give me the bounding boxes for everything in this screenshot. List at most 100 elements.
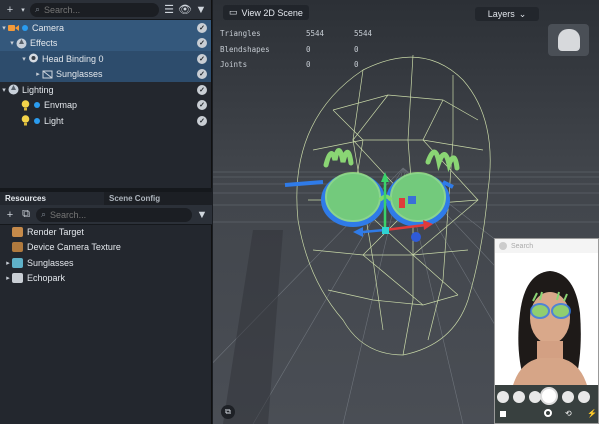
stat-value: 0 bbox=[354, 44, 359, 54]
lens-option[interactable] bbox=[497, 391, 509, 403]
view-2d-scene-label: View 2D Scene bbox=[241, 7, 303, 18]
hierarchy-search-input[interactable] bbox=[44, 4, 154, 15]
view-2d-scene-button[interactable]: ▭ View 2D Scene bbox=[223, 5, 309, 20]
chevron-right-icon[interactable]: ▸ bbox=[4, 259, 12, 267]
import-icon[interactable]: ⧉ bbox=[20, 208, 32, 221]
left-panel: + ▾ ⌕ ☰ 👁 ▼ ▾ Camera ✓ ▾ Effects bbox=[0, 0, 212, 424]
render-target-icon bbox=[12, 226, 23, 237]
camera-icon bbox=[8, 22, 19, 33]
capture-button[interactable] bbox=[540, 387, 558, 405]
layer-dot bbox=[34, 117, 40, 124]
ghost-icon bbox=[557, 29, 580, 51]
tree-item-label: Light bbox=[44, 115, 64, 126]
lens-option[interactable] bbox=[562, 391, 574, 403]
stats-row: Triangles 5544 5544 bbox=[220, 26, 372, 42]
memories-icon[interactable] bbox=[500, 411, 506, 417]
texture-icon bbox=[12, 242, 23, 253]
layer-dot bbox=[34, 102, 40, 109]
resource-label: Render Target bbox=[27, 226, 84, 237]
flash-icon[interactable]: ⚡ bbox=[587, 409, 597, 418]
stat-name: Joints bbox=[220, 60, 248, 69]
tree-item-label: Head Binding 0 bbox=[42, 53, 104, 64]
scene-stats: Triangles 5544 5544 Blendshapes 0 0 Join… bbox=[220, 26, 372, 73]
resources-list: Render Target Device Camera Texture ▸ Su… bbox=[0, 224, 212, 286]
visibility-check[interactable]: ✓ bbox=[197, 100, 207, 111]
chevron-right-icon[interactable]: ▸ bbox=[4, 274, 12, 282]
resource-item-device-camera-texture[interactable]: Device Camera Texture bbox=[0, 240, 212, 256]
add-icon[interactable]: + bbox=[4, 4, 16, 16]
preview-camera-feed bbox=[495, 253, 598, 399]
chevron-right-icon[interactable]: ▸ bbox=[34, 70, 42, 78]
resource-item-echopark[interactable]: ▸ Echopark bbox=[0, 271, 212, 287]
visibility-check[interactable]: ✓ bbox=[197, 69, 207, 80]
tree-item-envmap[interactable]: Envmap ✓ bbox=[0, 98, 211, 114]
resource-label: Sunglasses bbox=[27, 257, 74, 268]
hierarchy-toolbar: + ▾ ⌕ ☰ 👁 ▼ bbox=[0, 0, 211, 20]
visibility-check[interactable]: ✓ bbox=[197, 22, 207, 33]
tree-item-light[interactable]: Light ✓ bbox=[0, 113, 211, 129]
mesh-folder-icon bbox=[12, 257, 23, 268]
resources-search[interactable]: ⌕ bbox=[36, 207, 192, 222]
preview-top-bar: Search bbox=[495, 239, 598, 253]
lightbulb-icon bbox=[20, 99, 31, 111]
tab-resources[interactable]: Resources bbox=[0, 192, 104, 205]
search-icon: ⌕ bbox=[35, 4, 41, 14]
stat-name: Triangles bbox=[220, 29, 261, 38]
layer-dot bbox=[22, 24, 28, 31]
scene-hierarchy: ▾ Camera ✓ ▾ Effects ✓ ▾ Head Binding 0 … bbox=[0, 20, 211, 129]
tree-item-camera[interactable]: ▾ Camera ✓ bbox=[0, 20, 211, 36]
filter-icon[interactable]: ▼ bbox=[196, 209, 208, 221]
layers-label: Layers bbox=[487, 9, 515, 19]
list-filter-icon[interactable]: ☰ bbox=[163, 4, 175, 16]
stat-name: Blendshapes bbox=[220, 44, 270, 54]
tab-scene-config[interactable]: Scene Config bbox=[104, 192, 165, 205]
resources-search-input[interactable] bbox=[50, 209, 187, 220]
chevron-down-icon[interactable]: ▾ bbox=[8, 39, 16, 47]
add-chevron-icon[interactable]: ▾ bbox=[20, 4, 26, 16]
tree-item-head-binding[interactable]: ▾ Head Binding 0 ✓ bbox=[0, 51, 211, 67]
layers-dropdown[interactable]: Layers ⌄ bbox=[475, 7, 539, 21]
stat-value: 5544 bbox=[354, 29, 373, 38]
lightbulb-icon bbox=[20, 115, 31, 126]
visibility-check[interactable]: ✓ bbox=[197, 115, 207, 126]
preview-avatar-icon bbox=[499, 242, 507, 250]
filter-icon[interactable]: ▼ bbox=[195, 4, 207, 16]
visibility-check[interactable]: ✓ bbox=[197, 38, 207, 49]
stat-value: 0 bbox=[306, 44, 311, 54]
app-window: + ▾ ⌕ ☰ 👁 ▼ ▾ Camera ✓ ▾ Effects bbox=[0, 0, 599, 424]
lens-option[interactable] bbox=[578, 391, 590, 403]
lighting-group-icon bbox=[8, 84, 19, 95]
resources-tabs: Resources Scene Config bbox=[0, 192, 212, 205]
stat-value: 0 bbox=[354, 60, 359, 69]
stat-value: 5544 bbox=[306, 29, 325, 38]
eye-icon[interactable]: 👁 bbox=[178, 4, 192, 16]
stat-value: 0 bbox=[306, 60, 311, 69]
lens-option[interactable] bbox=[513, 391, 525, 403]
screen-icon: ▭ bbox=[229, 7, 238, 17]
switch-camera-icon[interactable]: ⟲ bbox=[565, 409, 572, 418]
chevron-down-icon[interactable]: ▾ bbox=[0, 24, 8, 32]
chevron-down-icon[interactable]: ▾ bbox=[20, 55, 28, 63]
preview-panel[interactable]: Search ⟲ ⚡ bbox=[494, 238, 599, 424]
visibility-check[interactable]: ✓ bbox=[197, 84, 207, 95]
tree-item-lighting[interactable]: ▾ Lighting ✓ bbox=[0, 82, 211, 98]
resource-label: Device Camera Texture bbox=[27, 242, 121, 253]
add-icon[interactable]: + bbox=[4, 209, 16, 221]
hierarchy-search[interactable]: ⌕ bbox=[30, 2, 159, 17]
stats-row: Blendshapes 0 0 bbox=[220, 42, 372, 58]
tree-item-sunglasses[interactable]: ▸ Sunglasses ✓ bbox=[0, 66, 211, 82]
resource-label: Echopark bbox=[27, 273, 66, 284]
record-icon[interactable] bbox=[544, 409, 552, 417]
search-icon: ⌕ bbox=[41, 209, 47, 219]
tree-item-label: Sunglasses bbox=[56, 69, 103, 80]
effects-group-icon bbox=[16, 38, 27, 49]
resource-item-render-target[interactable]: Render Target bbox=[0, 224, 212, 240]
chevron-down-icon[interactable]: ▾ bbox=[0, 86, 8, 94]
resource-item-sunglasses[interactable]: ▸ Sunglasses bbox=[0, 255, 212, 271]
visibility-check[interactable]: ✓ bbox=[197, 53, 207, 64]
tree-item-label: Camera bbox=[32, 22, 65, 33]
scene-viewport[interactable]: ▭ View 2D Scene Layers ⌄ Triangles 5544 … bbox=[213, 0, 599, 424]
tree-item-effects[interactable]: ▾ Effects ✓ bbox=[0, 35, 211, 51]
snapchat-ghost-button[interactable] bbox=[548, 24, 589, 56]
camera-switch-icon[interactable]: ⧉ bbox=[221, 405, 235, 419]
